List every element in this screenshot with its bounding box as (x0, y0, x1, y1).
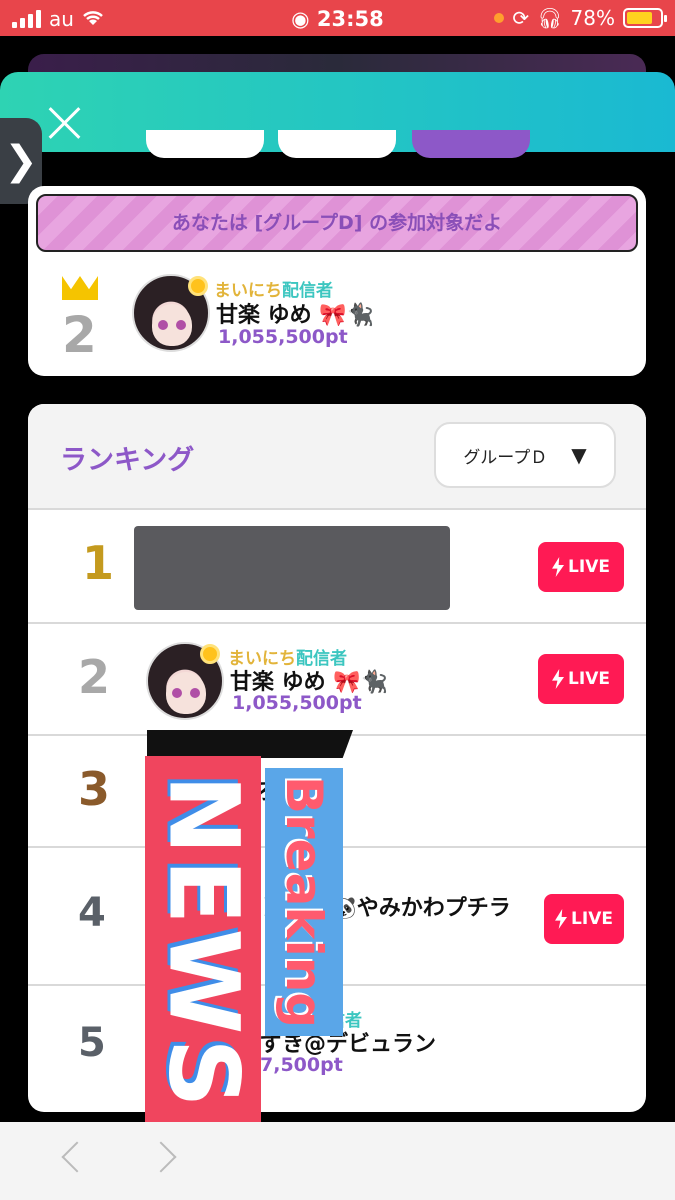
streamer-points: 1,055,500pt (218, 326, 348, 348)
ranking-header: ランキング グループＤ ▼ (28, 404, 646, 508)
group-card: あなたは [グループD] の参加対象だよ 2 まいにち配信者 甘楽 ゆめ 🎀🐈‍… (28, 186, 646, 376)
streamer-name: 甘楽 ゆめ 🎀🐈‍⬛ (216, 303, 375, 328)
privacy-dot-icon (494, 13, 505, 23)
tab-pill-3[interactable] (412, 130, 530, 158)
streamer-points: 1,055,500pt (232, 692, 362, 714)
group-select[interactable]: グループＤ ▼ (434, 422, 616, 488)
hidden-user-block (134, 526, 450, 610)
news-black-strip (147, 730, 353, 758)
live-button[interactable]: LIVE (544, 894, 624, 944)
sun-badge-icon (200, 644, 220, 664)
live-button[interactable]: LIVE (538, 542, 624, 592)
row-rank: 3 (78, 762, 111, 816)
group-select-value: グループＤ (463, 447, 548, 468)
status-right: ⟳ 🎧︎ 78% (494, 6, 667, 30)
battery-icon (623, 8, 667, 28)
headphones-icon: 🎧︎ (537, 6, 563, 30)
browser-bottom-nav (0, 1122, 675, 1200)
tab-pill-2[interactable] (278, 130, 396, 158)
battery-percent: 78% (570, 6, 615, 30)
rotation-lock-icon: ⟳ (512, 6, 530, 30)
breaking-news-sticker: NEWS Breaking (145, 730, 355, 1130)
record-icon: ◉ (291, 7, 317, 31)
bolt-icon (555, 909, 568, 929)
close-icon[interactable] (44, 102, 84, 142)
crown-icon (62, 276, 98, 306)
my-rank: 2 (62, 306, 97, 364)
chevron-right-icon: ❯ (4, 138, 38, 184)
bolt-icon (552, 669, 565, 689)
row-rank: 2 (78, 650, 111, 704)
status-bar: au ◉ 23:58 ⟳ 🎧︎ 78% (0, 0, 675, 36)
ranking-row[interactable]: 1 LIVE (28, 508, 646, 622)
chevron-right-icon[interactable] (145, 1141, 177, 1173)
row-rank: 5 (78, 1020, 106, 1066)
live-button[interactable]: LIVE (538, 654, 624, 704)
dropdown-arrow-icon: ▼ (571, 443, 587, 467)
ranking-row[interactable]: 2 まいにち配信者 甘楽 ゆめ 🎀🐈‍⬛ 1,055,500pt LIVE (28, 622, 646, 734)
row-rank: 4 (78, 890, 106, 936)
group-banner: あなたは [グループD] の参加対象だよ (36, 194, 638, 252)
sun-badge-icon (188, 276, 208, 296)
news-text: NEWS (147, 774, 260, 1112)
chevron-left-icon[interactable] (61, 1141, 93, 1173)
row-rank: 1 (82, 536, 115, 590)
breaking-text: Breaking (275, 775, 334, 1029)
bolt-icon (552, 557, 565, 577)
tab-pill-1[interactable] (146, 130, 264, 158)
ranking-title: ランキング (60, 445, 195, 476)
